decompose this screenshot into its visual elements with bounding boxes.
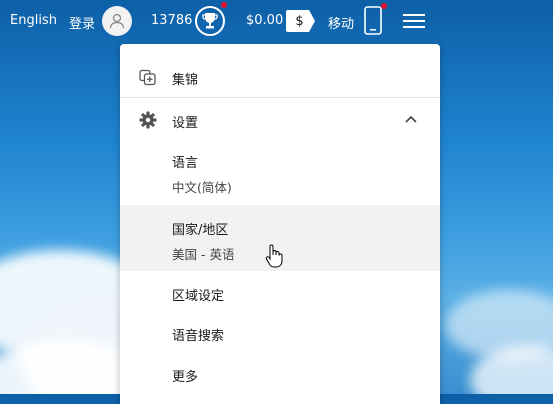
menu-item-locale-settings[interactable]: 区域设定 bbox=[120, 278, 440, 308]
menu-item-settings[interactable]: 设置 bbox=[120, 99, 440, 139]
language-label: 语言 bbox=[172, 156, 199, 171]
wallet-balance[interactable]: $0.00 bbox=[246, 13, 283, 28]
menu-item-voice-search[interactable]: 语音搜索 bbox=[120, 318, 440, 348]
region-value: 美国 - 英语 bbox=[172, 247, 235, 262]
trophy-icon[interactable] bbox=[195, 6, 225, 36]
divider bbox=[120, 97, 440, 98]
more-label: 更多 bbox=[172, 370, 199, 385]
dollar-symbol: $ bbox=[295, 13, 304, 29]
notification-dot bbox=[381, 3, 387, 9]
language-link[interactable]: English bbox=[10, 13, 57, 28]
language-value: 中文(简体) bbox=[172, 180, 232, 195]
mobile-link[interactable]: 移动 bbox=[328, 13, 354, 32]
collections-label: 集锦 bbox=[172, 73, 199, 88]
gear-icon bbox=[138, 110, 158, 134]
voice-search-label: 语音搜索 bbox=[172, 329, 225, 344]
hand-pointer-icon bbox=[265, 244, 283, 272]
menu-item-more[interactable]: 更多 bbox=[120, 358, 440, 388]
menu-item-collections[interactable]: 集锦 bbox=[120, 56, 440, 96]
locale-settings-label: 区域设定 bbox=[172, 289, 225, 304]
phone-icon[interactable] bbox=[364, 6, 382, 35]
settings-dropdown: 集锦 设置 语言 中文(简体) 国家/地区 美国 - 英语 区域设定 语音搜索 … bbox=[120, 44, 440, 404]
region-label: 国家/地区 bbox=[172, 223, 229, 238]
dollar-tag-icon[interactable]: $ bbox=[286, 10, 316, 32]
settings-label: 设置 bbox=[172, 116, 199, 131]
notification-dot bbox=[221, 2, 227, 8]
user-icon[interactable] bbox=[102, 6, 132, 36]
collections-icon bbox=[138, 67, 158, 91]
login-link[interactable]: 登录 bbox=[69, 13, 95, 32]
menu-item-language[interactable]: 语言 中文(简体) bbox=[120, 144, 440, 200]
chevron-up-icon[interactable] bbox=[404, 113, 418, 128]
rewards-points[interactable]: 13786 bbox=[151, 13, 192, 28]
top-bar: English 登录 13786 $0.00 $ 移动 bbox=[0, 0, 553, 44]
hamburger-icon[interactable] bbox=[403, 12, 425, 30]
